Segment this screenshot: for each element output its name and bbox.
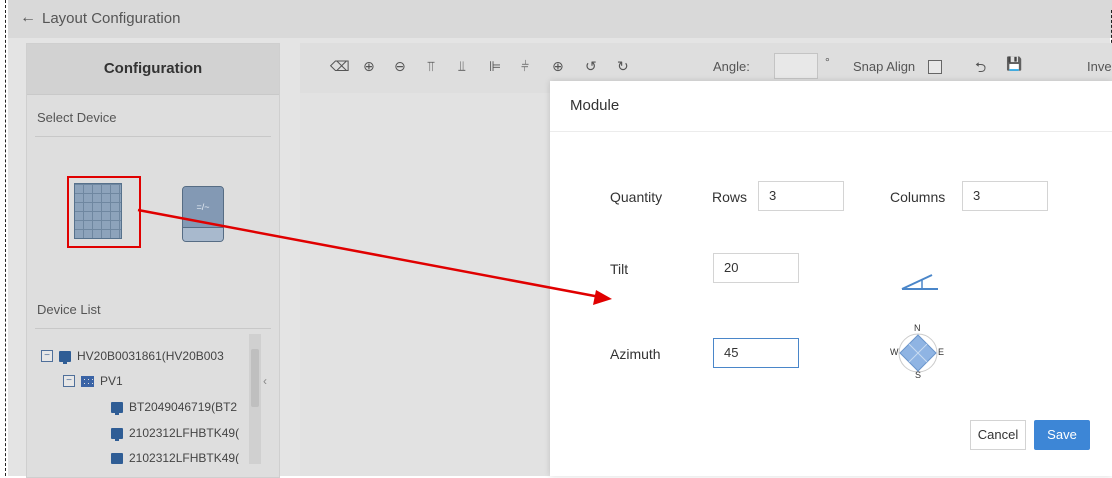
tilt-label: Tilt	[610, 261, 629, 277]
columns-label: Columns	[890, 189, 946, 205]
compass-north: N	[914, 323, 921, 333]
angle-input[interactable]	[774, 53, 818, 79]
solar-module-icon	[74, 183, 122, 239]
compass-west: W	[890, 347, 899, 357]
compass-south: S	[915, 370, 922, 380]
collapse-panel-icon[interactable]: ‹	[263, 374, 267, 388]
configuration-title: Configuration	[27, 44, 279, 95]
align-bottom-icon[interactable]: ⫩	[521, 58, 529, 75]
rotate-left-icon[interactable]: ↺	[585, 58, 597, 75]
device-icon	[111, 452, 123, 464]
align-middle-icon[interactable]: ⫫	[458, 58, 466, 75]
select-device-label: Select Device	[37, 110, 117, 125]
device-list-scrollbar[interactable]	[249, 334, 261, 464]
left-edge-dashed-line	[5, 0, 6, 476]
collapse-toggle-icon[interactable]: −	[63, 375, 75, 387]
page-title: Layout Configuration	[42, 9, 181, 27]
device-icon	[111, 427, 123, 441]
tree-item-label: BT2049046719(BT2	[129, 400, 238, 414]
tree-item-label: HV20B0031861(HV20B003	[77, 349, 224, 363]
rotate-right-icon[interactable]: ↻	[617, 58, 629, 75]
align-left-icon[interactable]: ⊫	[489, 58, 501, 75]
rows-label: Rows	[712, 189, 748, 205]
snap-align-checkbox[interactable]	[928, 60, 942, 74]
tree-item-device[interactable]: − HV20B0031861(HV20B003	[41, 349, 224, 364]
eraser-icon[interactable]: ⌫	[330, 58, 350, 75]
tree-item-optimizer[interactable]: 2102312LFHBTK49(	[111, 426, 240, 441]
back-link[interactable]: ← Layout Configuration	[20, 9, 180, 27]
tree-item-optimizer[interactable]: BT2049046719(BT2	[111, 400, 238, 415]
collapse-toggle-icon[interactable]: −	[41, 350, 53, 362]
snap-align-label: Snap Align	[853, 59, 916, 74]
tree-item-label: 2102312LFHBTK49(	[129, 426, 240, 440]
azimuth-label: Azimuth	[610, 346, 661, 362]
azimuth-input[interactable]: 45	[713, 338, 799, 368]
save-layout-icon[interactable]: 💾	[1006, 56, 1022, 72]
back-arrow-icon[interactable]: ←	[20, 9, 36, 27]
tree-item-label: 2102312LFHBTK49(	[129, 452, 240, 464]
angle-label: Angle:	[713, 59, 750, 74]
zoom-out-icon[interactable]: ⊖	[394, 58, 406, 75]
save-button[interactable]: Save	[1034, 420, 1090, 450]
degree-symbol: °	[825, 55, 830, 69]
tilt-input[interactable]: 20	[713, 253, 799, 283]
scrollbar-thumb[interactable]	[251, 349, 259, 407]
device-icon	[59, 350, 71, 364]
columns-input[interactable]: 3	[962, 181, 1048, 211]
inverter-device-tile[interactable]: =/~	[182, 186, 224, 242]
align-center-icon[interactable]: ⊕	[552, 58, 564, 75]
inverter-icon: =/~	[183, 187, 223, 227]
tilt-angle-icon	[901, 274, 938, 290]
zoom-in-icon[interactable]: ⊕	[363, 58, 375, 75]
inverter-label: Inve	[1087, 59, 1112, 74]
device-icon	[111, 401, 123, 415]
rows-input[interactable]: 3	[758, 181, 844, 211]
cancel-button[interactable]: Cancel	[970, 420, 1026, 450]
compass-east: E	[938, 347, 945, 357]
tree-item-optimizer[interactable]: 2102312LFHBTK49(	[111, 452, 239, 464]
top-bar: ← Layout Configuration	[8, 0, 1112, 38]
quantity-label: Quantity	[610, 189, 663, 205]
undo-icon[interactable]: ⮌	[975, 57, 986, 81]
module-dialog: Module Quantity Rows 3 Columns 3 Tilt 20…	[550, 81, 1112, 476]
azimuth-compass-icon: N S E W	[890, 323, 946, 381]
tree-item-label: PV1	[100, 374, 123, 388]
section-divider	[35, 136, 271, 137]
section-divider	[35, 328, 271, 329]
configuration-panel: Configuration Select Device =/~ Device L…	[26, 43, 280, 478]
pv-array-icon	[81, 375, 94, 387]
tree-item-pv[interactable]: − PV1	[63, 374, 123, 388]
module-device-tile[interactable]	[67, 176, 141, 248]
align-top-icon[interactable]: ⫪	[427, 58, 435, 75]
device-list-label: Device List	[37, 302, 101, 317]
dialog-title: Module	[550, 81, 1112, 132]
